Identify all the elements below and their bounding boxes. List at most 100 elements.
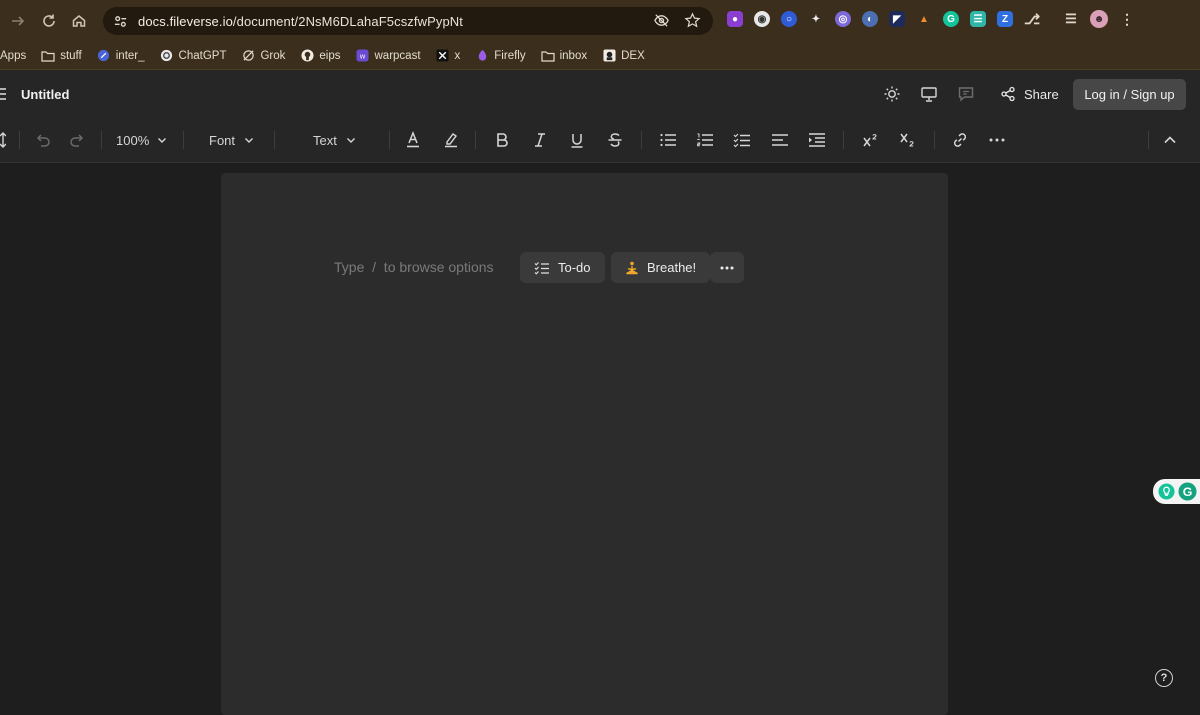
extension-rainbow-icon[interactable]: ◤ xyxy=(889,11,905,27)
redo-icon xyxy=(70,134,84,147)
more-options-button[interactable] xyxy=(989,130,1005,150)
numbered-list-icon xyxy=(697,133,713,147)
extension-circle-icon[interactable]: ○ xyxy=(781,11,797,27)
highlight-button[interactable] xyxy=(442,130,460,150)
bold-button[interactable] xyxy=(494,130,510,150)
url-path: /document/2NsM6DLahaF5cszfwPypNt xyxy=(232,13,463,29)
extension-grammarly-icon[interactable]: G xyxy=(943,11,959,27)
more-horizontal-icon xyxy=(989,138,1005,142)
bookmark-warpcast[interactable]: w warpcast xyxy=(356,49,421,63)
collapse-sidebar-icon[interactable] xyxy=(0,130,6,150)
profile-avatar[interactable]: ☻ xyxy=(1090,10,1108,28)
numbered-list-button[interactable] xyxy=(696,130,714,150)
media-control-icon[interactable]: ☰ xyxy=(1063,11,1079,27)
strikethrough-icon xyxy=(608,133,622,147)
presentation-icon xyxy=(921,87,937,102)
text-style-dropdown[interactable]: Text xyxy=(313,130,356,150)
zoom-value: 100% xyxy=(116,132,150,148)
bookmark-label: eips xyxy=(319,49,341,62)
login-signup-button[interactable]: Log in / Sign up xyxy=(1073,79,1186,110)
presentation-button[interactable] xyxy=(920,85,938,103)
extension-z-icon[interactable]: Z xyxy=(997,11,1013,27)
bookmark-dex[interactable]: DEX xyxy=(602,49,645,63)
site-settings-icon[interactable] xyxy=(113,14,128,29)
toolbar-divider xyxy=(19,131,20,149)
strikethrough-button[interactable] xyxy=(607,130,623,150)
text-color-button[interactable] xyxy=(404,130,422,150)
bookmark-x[interactable]: x xyxy=(436,49,461,63)
more-templates-button[interactable] xyxy=(710,252,744,283)
align-button[interactable] xyxy=(771,130,789,150)
share-button[interactable]: Share xyxy=(1000,86,1059,102)
menu-icon[interactable] xyxy=(0,88,8,100)
extension-bars-icon[interactable]: ☰ xyxy=(970,11,986,27)
bookmark-apps[interactable]: Apps xyxy=(0,50,26,62)
indent-button[interactable] xyxy=(808,130,826,150)
todo-label: To-do xyxy=(558,260,591,275)
extensions-puzzle-icon[interactable]: ⎇ xyxy=(1024,11,1040,27)
share-icon xyxy=(1001,86,1015,102)
bookmark-label: x xyxy=(454,49,461,62)
checklist-button[interactable] xyxy=(733,130,751,150)
home-button[interactable] xyxy=(64,6,94,36)
extension-bat-icon[interactable]: ✦ xyxy=(808,11,824,27)
bookmark-stuff[interactable]: stuff xyxy=(41,49,82,63)
checklist-icon xyxy=(733,133,750,148)
theme-toggle-button[interactable] xyxy=(883,85,901,103)
bullet-list-button[interactable] xyxy=(659,130,677,150)
extension-purple-icon[interactable]: ◎ xyxy=(835,11,851,27)
comments-button[interactable] xyxy=(957,85,975,103)
editor-placeholder[interactable]: Type / to browse options xyxy=(334,259,494,275)
redo-button[interactable] xyxy=(68,130,86,150)
zoom-dropdown[interactable]: 100% xyxy=(116,130,167,150)
svg-text:w: w xyxy=(359,51,366,60)
forward-button[interactable] xyxy=(3,6,33,36)
superscript-button[interactable] xyxy=(862,130,880,150)
bookmark-chatgpt[interactable]: ChatGPT xyxy=(160,49,227,63)
address-bar[interactable]: docs.fileverse.io/document/2NsM6DLahaF5c… xyxy=(103,7,713,35)
text-style-label: Text xyxy=(313,132,337,148)
app-header: Untitled Share xyxy=(0,70,1200,118)
bookmark-grok[interactable]: Grok xyxy=(241,49,285,63)
reload-icon xyxy=(43,14,55,27)
extension-gauge-icon[interactable]: ◐ xyxy=(862,11,878,27)
collapse-toolbar-button[interactable] xyxy=(1163,130,1177,150)
grammarly-widget[interactable]: G xyxy=(1153,479,1200,504)
sun-icon xyxy=(884,86,900,102)
extension-fox-icon[interactable]: ▲ xyxy=(916,11,932,27)
browser-menu-icon[interactable]: ⋮ xyxy=(1119,11,1135,27)
bookmark-eips[interactable]: eips xyxy=(300,49,341,63)
subscript-button[interactable] xyxy=(899,130,917,150)
chatgpt-icon xyxy=(160,49,174,63)
warpcast-icon: w xyxy=(356,49,370,63)
help-button[interactable]: ? xyxy=(1155,669,1173,687)
bookmark-firefly[interactable]: Firefly xyxy=(475,49,526,63)
undo-icon xyxy=(36,134,50,147)
italic-button[interactable] xyxy=(532,130,548,150)
underline-button[interactable] xyxy=(569,130,585,150)
toolbar-divider xyxy=(843,131,844,149)
font-dropdown[interactable]: Font xyxy=(209,130,254,150)
comment-icon xyxy=(958,87,974,102)
bookmark-label: Grok xyxy=(260,49,286,62)
svg-text:G: G xyxy=(1183,485,1193,499)
extension-chat-icon[interactable]: ◉ xyxy=(754,11,770,27)
document-title[interactable]: Untitled xyxy=(21,87,69,102)
link-button[interactable] xyxy=(951,130,969,150)
extensions-bar: ● ◉ ○ ✦ ◎ ◐ ◤ ▲ G ☰ Z ⎇ ☰ ☻ ⋮ xyxy=(727,10,1135,28)
star-icon[interactable] xyxy=(684,12,701,29)
eye-off-icon[interactable] xyxy=(653,12,670,29)
bookmark-label: ChatGPT xyxy=(178,49,227,62)
meditation-icon xyxy=(626,261,638,274)
bookmark-inbox[interactable]: inbox xyxy=(540,49,587,63)
bookmark-label: Firefly xyxy=(494,49,526,62)
github-icon xyxy=(300,49,314,63)
undo-button[interactable] xyxy=(34,130,52,150)
bookmark-inter[interactable]: inter_ xyxy=(97,49,145,63)
todo-template-button[interactable]: To-do xyxy=(520,252,605,283)
reload-button[interactable] xyxy=(34,6,64,36)
extension-lock-icon[interactable]: ● xyxy=(727,11,743,27)
breathe-template-button[interactable]: Breathe! xyxy=(611,252,711,283)
toolbar-divider xyxy=(274,131,275,149)
chevron-up-icon xyxy=(1164,136,1176,144)
